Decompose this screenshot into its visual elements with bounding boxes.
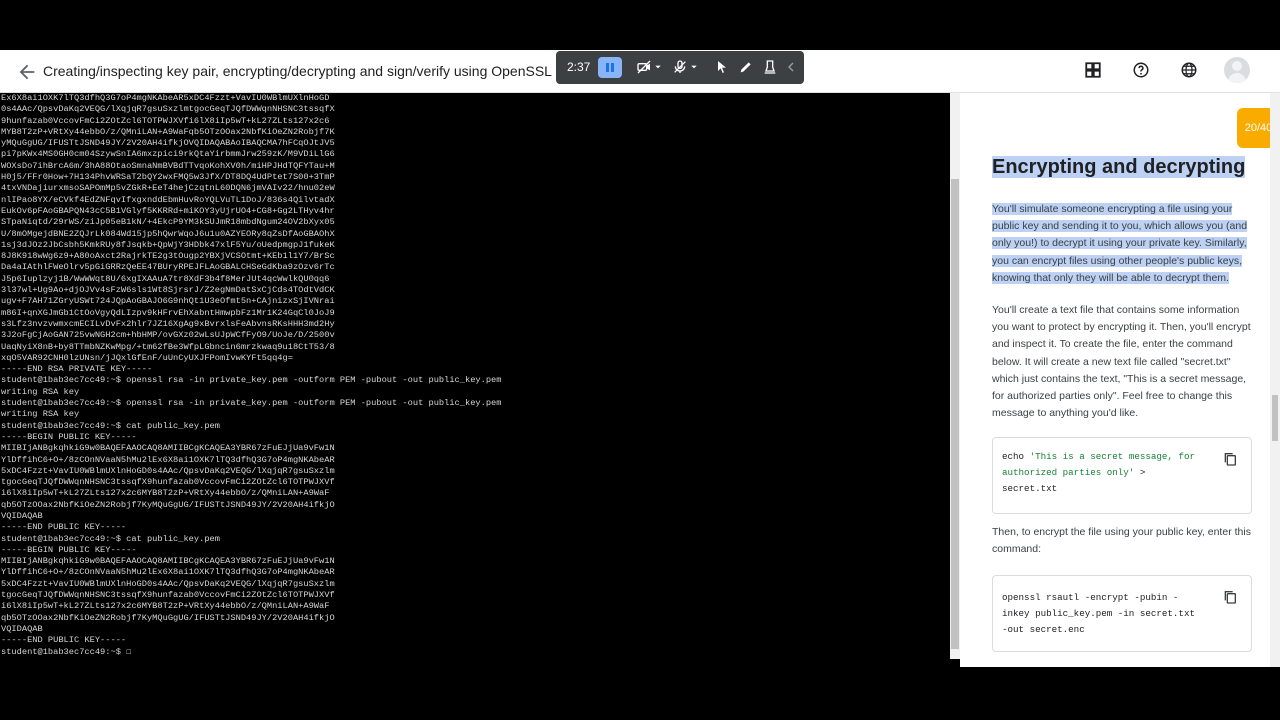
page-title: Creating/inspecting key pair, encrypting… [43,63,552,79]
cursor-icon[interactable] [714,59,730,75]
back-arrow-icon[interactable] [16,61,38,83]
code-block-echo: echo 'This is a secret message, for auth… [992,437,1252,514]
instruction-paragraph: You'll create a text file that contains … [992,304,1251,420]
terminal-scrollbar[interactable] [950,93,960,659]
terminal-window[interactable]: Ex6X8ai1OXK7lTQ3dfhQ3G7oP4mgNKAbeAR5xDC4… [0,93,948,659]
copy-icon[interactable] [1222,589,1238,605]
apps-grid-icon[interactable] [1084,61,1102,79]
section-heading: Encrypting and decrypting [992,156,1246,178]
language-globe-icon[interactable] [1180,61,1198,79]
instruction-paragraph: Then, to encrypt the file using your pub… [992,526,1251,556]
eraser-icon[interactable] [762,59,778,75]
recording-toolbar: 2:37 [556,51,804,84]
collapse-chevron-icon[interactable] [786,59,796,75]
avatar[interactable] [1224,57,1250,83]
code-block-encrypt: openssl rsautl -encrypt -pubin - inkey p… [992,575,1252,652]
instruction-paragraph: You'll simulate someone encrypting a fil… [992,203,1248,284]
lab-panel-scrollbar[interactable] [1270,93,1280,667]
pen-icon[interactable] [738,59,754,75]
terminal-output: Ex6X8ai1OXK7lTQ3dfhQ3G7oP4mgNKAbeAR5xDC4… [1,93,502,657]
recording-timer: 2:37 [567,60,591,74]
copy-icon[interactable] [1222,451,1238,467]
camera-off-icon[interactable] [636,59,652,75]
mic-off-icon[interactable] [672,59,688,75]
lab-instructions-panel: Encrypting and decrypting You'll simulat… [960,93,1280,667]
pause-button[interactable] [598,57,622,78]
chevron-down-icon[interactable] [690,59,698,75]
help-icon[interactable] [1132,61,1150,79]
chevron-down-icon[interactable] [654,59,662,75]
